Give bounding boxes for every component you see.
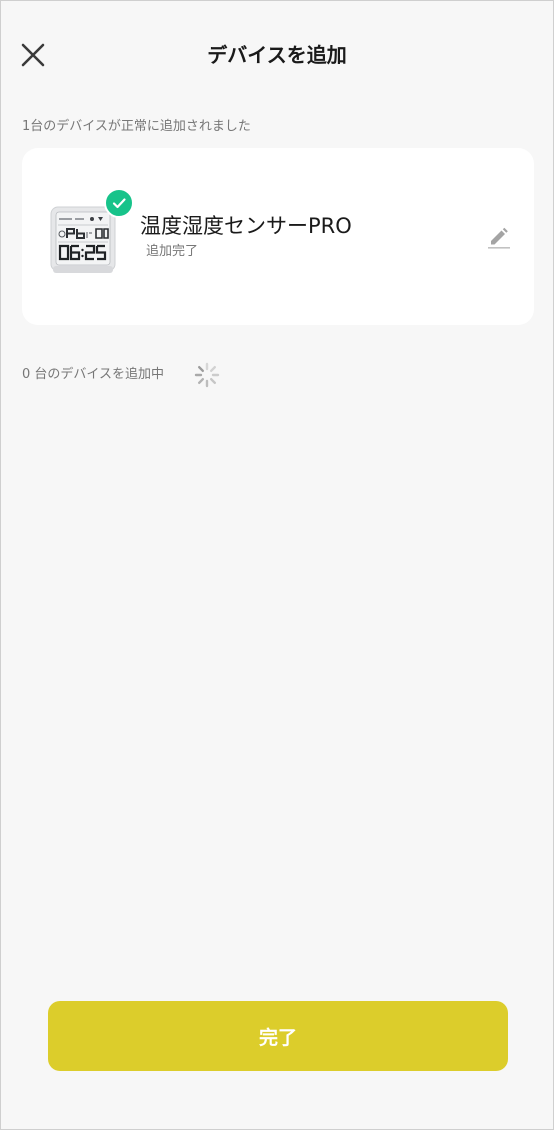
pencil-icon — [488, 227, 510, 249]
edit-device-name-button[interactable] — [486, 224, 512, 250]
device-card[interactable]: 温度湿度センサーPRO 追加完了 — [22, 148, 534, 325]
done-button[interactable]: 完了 — [48, 1001, 508, 1071]
check-icon — [112, 198, 126, 209]
success-count-label: 1台のデバイスが正常に追加されました — [22, 119, 251, 134]
device-name: 温度湿度センサーPRO — [140, 214, 352, 238]
page-title: デバイスを追加 — [207, 43, 347, 67]
loading-spinner-icon — [194, 362, 220, 388]
added-check-badge — [104, 188, 134, 218]
adding-count-label: 0 台のデバイスを追加中 — [22, 367, 165, 382]
header: デバイスを追加 — [1, 1, 553, 109]
thermo-hygrometer-image — [50, 206, 116, 273]
device-status: 追加完了 — [146, 244, 199, 259]
